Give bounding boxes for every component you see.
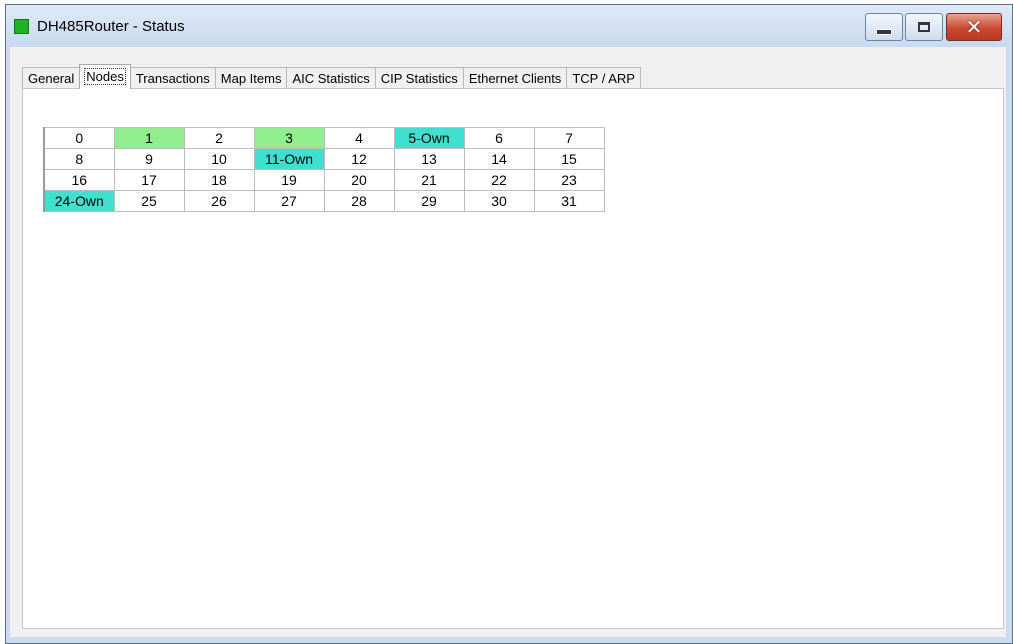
node-cell[interactable]: 30	[463, 190, 535, 212]
node-cell[interactable]: 28	[323, 190, 395, 212]
node-cell[interactable]: 7	[533, 127, 605, 149]
tab-tcp-arp[interactable]: TCP / ARP	[566, 67, 641, 89]
status-window: DH485Router - Status ✕ General Nodes Tra…	[5, 4, 1013, 644]
node-cell[interactable]: 19	[253, 169, 325, 191]
minimize-icon	[876, 29, 892, 35]
node-cell[interactable]: 21	[393, 169, 465, 191]
window-title: DH485Router - Status	[37, 18, 185, 35]
tab-transactions[interactable]: Transactions	[129, 67, 216, 89]
tab-label: Map Items	[220, 71, 282, 86]
node-cell[interactable]: 17	[113, 169, 185, 191]
node-cell[interactable]: 1	[113, 127, 185, 149]
node-cell[interactable]: 23	[533, 169, 605, 191]
node-cell[interactable]: 24-Own	[43, 190, 115, 212]
tab-label: Nodes	[84, 68, 126, 85]
node-cell[interactable]: 15	[533, 148, 605, 170]
node-cell[interactable]: 6	[463, 127, 535, 149]
nodes-grid: 0 1 2 3 4 5-Own 6 7 8 9 10 11-Own 12 13 …	[43, 127, 605, 212]
node-cell[interactable]: 2	[183, 127, 255, 149]
tab-cip-statistics[interactable]: CIP Statistics	[374, 67, 464, 89]
tab-label: CIP Statistics	[380, 71, 458, 86]
node-cell[interactable]: 10	[183, 148, 255, 170]
tab-label: General	[28, 71, 75, 86]
tab-ethernet-clients[interactable]: Ethernet Clients	[462, 67, 568, 89]
maximize-button[interactable]	[905, 13, 943, 41]
tab-strip: General Nodes Transactions Map Items AIC…	[22, 64, 641, 89]
nodes-panel: 0 1 2 3 4 5-Own 6 7 8 9 10 11-Own 12 13 …	[22, 88, 1004, 629]
client-area: General Nodes Transactions Map Items AIC…	[10, 47, 1006, 637]
node-cell[interactable]: 14	[463, 148, 535, 170]
node-cell[interactable]: 3	[253, 127, 325, 149]
tab-label: TCP / ARP	[572, 71, 635, 86]
node-cell[interactable]: 29	[393, 190, 465, 212]
tab-general[interactable]: General	[22, 67, 81, 89]
node-cell[interactable]: 8	[43, 148, 115, 170]
node-cell[interactable]: 12	[323, 148, 395, 170]
grid-row: 16 17 18 19 20 21 22 23	[43, 169, 605, 191]
grid-row: 24-Own 25 26 27 28 29 30 31	[43, 190, 605, 212]
node-cell[interactable]: 0	[43, 127, 115, 149]
node-cell[interactable]: 5-Own	[393, 127, 465, 149]
window-bottom-border	[6, 637, 1012, 643]
tab-label: Transactions	[135, 71, 210, 86]
maximize-icon	[918, 22, 930, 32]
grid-row: 8 9 10 11-Own 12 13 14 15	[43, 148, 605, 170]
node-cell[interactable]: 16	[43, 169, 115, 191]
grid-row: 0 1 2 3 4 5-Own 6 7	[43, 127, 605, 149]
node-cell[interactable]: 20	[323, 169, 395, 191]
node-cell[interactable]: 18	[183, 169, 255, 191]
node-cell[interactable]: 11-Own	[253, 148, 325, 170]
close-icon: ✕	[965, 15, 983, 39]
tab-label: Ethernet Clients	[468, 71, 562, 86]
tab-nodes[interactable]: Nodes	[79, 64, 131, 89]
tab-aic-statistics[interactable]: AIC Statistics	[286, 67, 376, 89]
tab-map-items[interactable]: Map Items	[214, 67, 288, 89]
node-cell[interactable]: 9	[113, 148, 185, 170]
node-cell[interactable]: 26	[183, 190, 255, 212]
app-icon	[14, 19, 29, 34]
node-cell[interactable]: 22	[463, 169, 535, 191]
minimize-button[interactable]	[865, 13, 903, 41]
title-bar[interactable]: DH485Router - Status ✕	[6, 5, 1012, 47]
close-button[interactable]: ✕	[946, 13, 1002, 41]
node-cell[interactable]: 4	[323, 127, 395, 149]
node-cell[interactable]: 27	[253, 190, 325, 212]
node-cell[interactable]: 25	[113, 190, 185, 212]
tab-label: AIC Statistics	[292, 71, 370, 86]
node-cell[interactable]: 31	[533, 190, 605, 212]
node-cell[interactable]: 13	[393, 148, 465, 170]
